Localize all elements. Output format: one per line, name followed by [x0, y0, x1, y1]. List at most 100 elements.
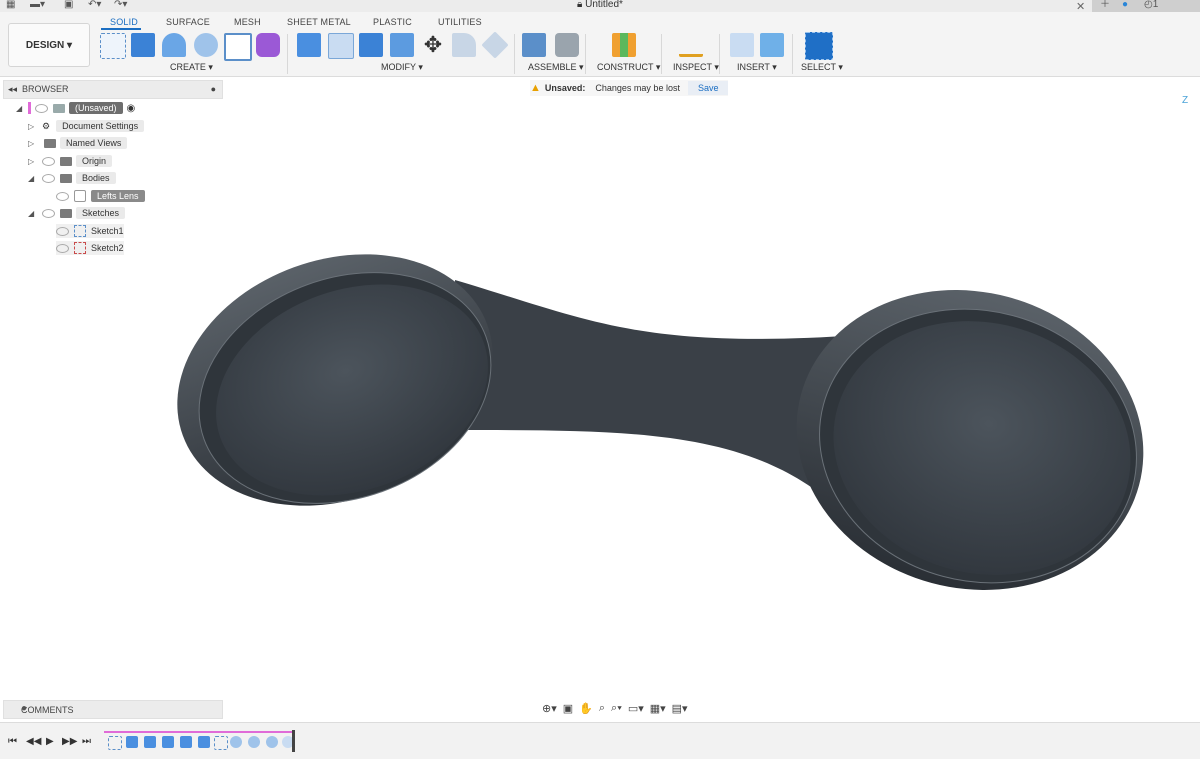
collapse-browser-icon[interactable]: ◂◂ — [8, 84, 17, 95]
insert-image-icon[interactable] — [760, 33, 784, 57]
save-button[interactable]: Save — [687, 81, 729, 95]
tree-item-sketches[interactable]: ◢ Sketches — [28, 206, 126, 220]
sync-icon[interactable]: ● — [1122, 0, 1128, 10]
tree-item-named-views[interactable]: ▷ Named Views — [28, 136, 128, 150]
visibility-icon[interactable] — [56, 191, 69, 201]
offset-plane-icon[interactable] — [612, 33, 636, 57]
modify-menu[interactable]: MODIFY ▾ — [381, 62, 423, 73]
grid-settings-icon[interactable]: ▦▾ — [650, 702, 666, 715]
create-menu[interactable]: CREATE ▾ — [170, 62, 213, 73]
insert-menu[interactable]: INSERT ▾ — [737, 62, 777, 73]
window-title: 🔒︎ Untitled* — [577, 0, 623, 10]
select-menu[interactable]: SELECT ▾ — [801, 62, 843, 73]
timeline-extrude-icon[interactable] — [126, 736, 138, 748]
browser-options-icon[interactable]: ● — [211, 84, 216, 94]
timeline-fillet-icon[interactable] — [266, 736, 278, 748]
activate-radio-icon[interactable]: ◉ — [127, 103, 136, 114]
visibility-icon[interactable] — [56, 243, 69, 253]
folder-icon — [60, 156, 72, 166]
browser-panel-header[interactable]: ◂◂ BROWSER ● — [3, 80, 223, 99]
shell-icon[interactable] — [390, 33, 414, 57]
tab-mesh[interactable]: MESH — [234, 17, 261, 27]
extrude-icon[interactable] — [131, 33, 155, 57]
tree-item-document-settings[interactable]: ▷ ⚙ Document Settings — [28, 119, 145, 133]
timeline-extrude-icon[interactable] — [198, 736, 210, 748]
measure-icon[interactable] — [679, 42, 703, 57]
timeline-fillet-icon[interactable] — [230, 736, 242, 748]
tree-item-lefts-lens[interactable]: Lefts Lens — [56, 189, 145, 203]
timeline-extrude-icon[interactable] — [144, 736, 156, 748]
expand-icon[interactable]: ▷ — [28, 122, 38, 131]
viewports-icon[interactable]: ▤▾ — [672, 702, 688, 715]
visibility-icon[interactable] — [42, 156, 55, 166]
active-tab-indicator — [101, 28, 141, 30]
new-tab-icon[interactable]: ＋ — [1100, 0, 1110, 10]
ribbon: DESIGN ▾ SOLID SURFACE MESH SHEET METAL … — [0, 12, 1200, 77]
tree-item-sketch2[interactable]: Sketch2 — [56, 241, 124, 255]
separator — [792, 34, 793, 74]
form-icon[interactable] — [256, 33, 280, 57]
select-icon[interactable] — [805, 32, 833, 60]
timeline-marker[interactable] — [292, 730, 295, 752]
expand-icon[interactable]: ▷ — [28, 139, 38, 148]
assemble-menu[interactable]: ASSEMBLE ▾ — [528, 62, 584, 73]
visibility-icon[interactable] — [56, 226, 69, 236]
expand-icon[interactable]: ◢ — [28, 174, 38, 183]
press-pull-icon[interactable] — [297, 33, 321, 57]
expand-icon[interactable]: ◢ — [16, 104, 26, 113]
body-icon — [74, 190, 86, 202]
pattern-icon[interactable] — [224, 33, 252, 61]
zoom-icon[interactable]: ⌕ — [599, 702, 605, 715]
new-component-icon[interactable] — [522, 33, 546, 57]
timeline-extrude-icon[interactable] — [162, 736, 174, 748]
split-body-icon[interactable] — [481, 31, 509, 59]
visibility-icon[interactable] — [42, 173, 55, 183]
fillet-icon[interactable] — [328, 33, 354, 59]
tree-root[interactable]: ◢ (Unsaved) ◉ — [16, 101, 135, 115]
split-face-icon[interactable] — [452, 33, 476, 57]
tab-utilities[interactable]: UTILITIES — [438, 17, 482, 27]
separator — [585, 34, 586, 74]
joint-icon[interactable] — [555, 33, 579, 57]
pan-icon[interactable]: ✋ — [579, 702, 593, 715]
timeline-play-icon[interactable]: ▶ — [46, 736, 54, 747]
orbit-icon[interactable]: ⊕▾ — [542, 702, 557, 715]
viewcube[interactable]: Z — [1182, 95, 1188, 106]
chamfer-icon[interactable] — [359, 33, 383, 57]
hole-icon[interactable] — [194, 33, 218, 57]
jobs-icon[interactable]: ◴1 — [1144, 0, 1158, 10]
model-viewport[interactable] — [170, 200, 1160, 600]
expand-icon[interactable]: ◢ — [28, 209, 38, 218]
move-icon[interactable]: ✥ — [421, 33, 445, 57]
timeline-extrude-icon[interactable] — [180, 736, 192, 748]
tree-item-bodies[interactable]: ◢ Bodies — [28, 171, 116, 185]
tab-surface[interactable]: SURFACE — [166, 17, 210, 27]
visibility-icon[interactable] — [42, 208, 55, 218]
visibility-icon[interactable] — [35, 103, 48, 113]
expand-icon[interactable]: ▷ — [28, 157, 38, 166]
timeline-fillet-icon[interactable] — [248, 736, 260, 748]
tab-sheet-metal[interactable]: SHEET METAL — [287, 17, 351, 27]
tree-item-sketch1[interactable]: Sketch1 — [56, 224, 124, 238]
insert-derive-icon[interactable] — [730, 33, 754, 57]
revolve-icon[interactable] — [162, 33, 186, 57]
timeline-start-icon[interactable]: ⏮ — [8, 736, 17, 747]
fit-icon[interactable]: ⌕▾ — [611, 702, 622, 715]
tree-item-origin[interactable]: ▷ Origin — [28, 154, 113, 168]
sketch-icon — [74, 225, 86, 237]
timeline-sketch-icon[interactable] — [214, 736, 228, 750]
look-at-icon[interactable]: ▣ — [563, 702, 573, 715]
tab-solid[interactable]: SOLID — [110, 17, 138, 27]
display-settings-icon[interactable]: ▭▾ — [628, 702, 644, 715]
comments-add-icon[interactable]: ● — [21, 703, 216, 714]
comments-panel[interactable]: COMMENTS ● — [3, 700, 223, 719]
tab-plastic[interactable]: PLASTIC — [373, 17, 412, 27]
timeline-end-icon[interactable]: ⏭ — [82, 736, 91, 747]
timeline-prev-icon[interactable]: ◀◀ — [26, 736, 41, 747]
workspace-switcher[interactable]: DESIGN ▾ — [8, 23, 90, 67]
timeline-sketch-icon[interactable] — [108, 736, 122, 750]
create-sketch-icon[interactable] — [100, 33, 126, 59]
inspect-menu[interactable]: INSPECT ▾ — [673, 62, 719, 73]
timeline-next-icon[interactable]: ▶▶ — [62, 736, 77, 747]
construct-menu[interactable]: CONSTRUCT ▾ — [597, 62, 660, 73]
